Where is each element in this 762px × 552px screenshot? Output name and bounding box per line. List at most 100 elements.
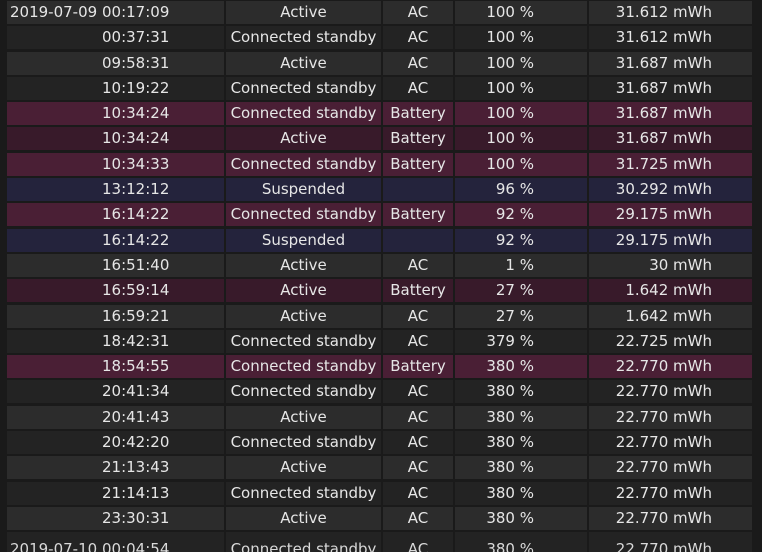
date-cell [7,228,102,252]
table-row: 20:41:43 Active AC 380 % 22.770 mWh [0,405,762,430]
date-cell [7,481,102,505]
date-cell [7,102,102,126]
date-cell [7,203,102,227]
percent-cell: 380 % [455,456,587,480]
capacity-cell: 31.612 mWh [589,1,752,24]
date-cell [7,304,102,328]
table-row: 20:41:34 Connected standby AC 380 % 22.770 m… [0,379,762,404]
power-source-cell: AC [383,456,453,480]
time-cell: 16:59:21 [102,304,224,328]
date-cell [7,456,102,480]
table-row: 21:14:13 Connected standby AC 380 % 22.770 m… [0,481,762,506]
state-cell: Active [226,405,381,429]
table-row: 10:34:24 Active Battery 100 % 31.687 mWh [0,126,762,151]
power-source-cell: AC [383,329,453,353]
state-cell: Active [226,279,381,303]
state-cell: Suspended [226,178,381,202]
date-cell [7,431,102,455]
time-cell: 20:41:34 [102,380,224,404]
power-source-cell: AC [383,304,453,328]
power-source-cell: AC [383,481,453,505]
table-row: 20:42:20 Connected standby AC 380 % 22.770 m… [0,430,762,455]
state-cell: Connected standby [226,26,381,50]
time-cell: 16:59:14 [102,279,224,303]
time-cell: 10:34:33 [102,152,224,176]
time-cell: 16:14:22 [102,203,224,227]
percent-cell: 100 % [455,1,587,24]
table-row: 18:42:31 Connected standby AC 379 % 22.725 m… [0,329,762,354]
time-cell: 00:04:54 [102,532,224,552]
power-source-cell: AC [383,26,453,50]
state-cell: Active [226,456,381,480]
date-cell [7,355,102,379]
percent-cell: 27 % [455,304,587,328]
time-cell: 20:41:43 [102,405,224,429]
table-row: 16:14:22 Suspended 92 % 29.175 mWh [0,228,762,253]
capacity-cell: 22.725 mWh [589,329,752,353]
percent-cell: 100 % [455,102,587,126]
table-row: 16:59:14 Active Battery 27 % 1.642 mWh [0,278,762,303]
power-source-cell: AC [383,532,453,552]
date-cell [7,506,102,530]
power-source-cell: AC [383,431,453,455]
table-row: 16:59:21 Active AC 27 % 1.642 mWh [0,304,762,329]
time-cell: 10:34:24 [102,102,224,126]
percent-cell: 380 % [455,405,587,429]
power-source-cell: Battery [383,203,453,227]
time-cell: 00:17:09 [102,1,224,24]
power-source-cell [383,178,453,202]
time-cell: 20:42:20 [102,431,224,455]
state-cell: Connected standby [226,481,381,505]
capacity-cell: 31.725 mWh [589,152,752,176]
date-cell [7,279,102,303]
state-cell: Connected standby [226,152,381,176]
date-cell [7,253,102,277]
date-cell [7,152,102,176]
power-source-cell: AC [383,51,453,75]
date-cell [7,405,102,429]
capacity-cell: 31.687 mWh [589,127,752,151]
percent-cell: 380 % [455,506,587,530]
capacity-cell: 22.770 mWh [589,380,752,404]
power-source-cell: AC [383,1,453,24]
capacity-cell: 22.770 mWh [589,456,752,480]
table-row: 16:51:40 Active AC 1 % 30 mWh [0,253,762,278]
time-cell: 21:14:13 [102,481,224,505]
percent-cell: 380 % [455,532,587,552]
time-cell: 00:37:31 [102,26,224,50]
power-source-cell: AC [383,506,453,530]
capacity-cell: 29.175 mWh [589,228,752,252]
power-source-cell: AC [383,405,453,429]
percent-cell: 100 % [455,152,587,176]
state-cell: Active [226,1,381,24]
state-cell: Connected standby [226,203,381,227]
state-cell: Connected standby [226,380,381,404]
time-cell: 16:51:40 [102,253,224,277]
power-source-cell: Battery [383,152,453,176]
capacity-cell: 31.612 mWh [589,26,752,50]
date-cell [7,76,102,100]
capacity-cell: 22.770 mWh [589,431,752,455]
power-source-cell [383,228,453,252]
capacity-cell: 31.687 mWh [589,102,752,126]
state-cell: Suspended [226,228,381,252]
state-cell: Connected standby [226,76,381,100]
power-source-cell: Battery [383,127,453,151]
power-source-cell: Battery [383,102,453,126]
table-row: 00:37:31 Connected standby AC 100 % 31.612 m… [0,25,762,50]
time-cell: 16:14:22 [102,228,224,252]
table-row: 2019-07-10 00:04:54 Connected standby AC 380… [0,531,762,552]
state-cell: Connected standby [226,329,381,353]
capacity-cell: 1.642 mWh [589,304,752,328]
capacity-cell: 22.770 mWh [589,405,752,429]
capacity-cell: 30.292 mWh [589,178,752,202]
table-row: 13:12:12 Suspended 96 % 30.292 mWh [0,177,762,202]
table-row: 09:58:31 Active AC 100 % 31.687 mWh [0,51,762,76]
capacity-cell: 30 mWh [589,253,752,277]
state-cell: Active [226,506,381,530]
date-cell: 2019-07-10 [7,532,102,552]
power-source-cell: Battery [383,279,453,303]
state-cell: Active [226,127,381,151]
table-row: 10:34:24 Connected standby Battery 100 % 31.… [0,101,762,126]
time-cell: 21:13:43 [102,456,224,480]
